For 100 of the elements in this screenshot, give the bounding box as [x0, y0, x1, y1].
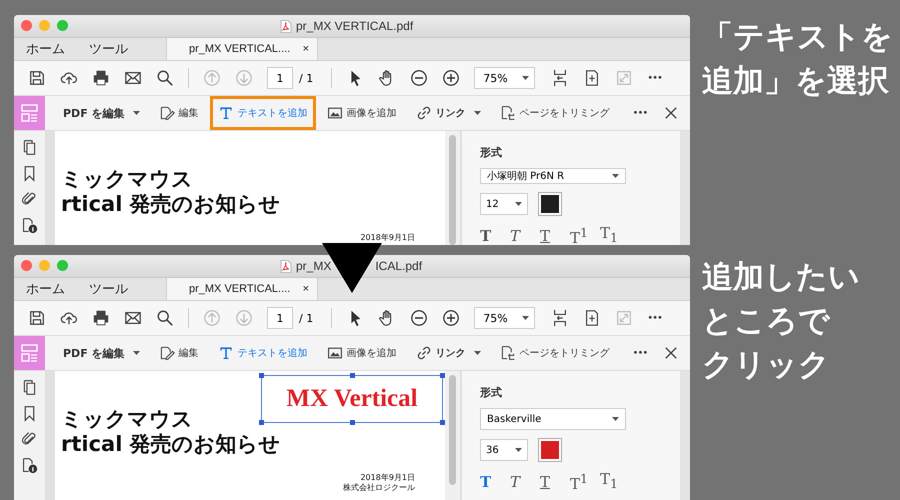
caret-icon [515, 202, 522, 206]
text-style-button[interactable]: T [540, 226, 556, 244]
text-style-button[interactable]: T$^{1}$ [570, 224, 586, 245]
save-icon[interactable] [28, 309, 46, 327]
pdf-file-icon [280, 260, 292, 272]
pages-icon[interactable] [21, 139, 38, 156]
edit-tool-button[interactable]: 編集 [150, 339, 207, 367]
text-style-button[interactable]: T$^{1}$ [570, 470, 586, 493]
font-size-dropdown[interactable]: 12 [480, 193, 528, 215]
edit-tool-button[interactable]: リンク [408, 99, 489, 127]
document-heading: rtical 発売のお知らせ [60, 432, 282, 457]
caret-icon [132, 111, 140, 115]
tab[interactable]: pr_MX VERTICAL.... × [166, 38, 318, 60]
font-dropdown[interactable]: 小塚明朝 Pr6N R [480, 168, 626, 184]
caret-icon [522, 316, 530, 320]
print-icon[interactable] [92, 309, 110, 327]
mail-icon[interactable] [124, 69, 142, 87]
image-icon [326, 345, 343, 361]
caret-icon [612, 174, 619, 178]
link-icon [416, 345, 432, 361]
save-icon[interactable] [28, 69, 46, 87]
zoom-dropdown[interactable]: 75% [474, 307, 536, 329]
crop-page-icon [500, 345, 516, 361]
tab[interactable]: ホーム [14, 38, 77, 60]
zoom-out-icon[interactable] [410, 69, 428, 87]
zoom-dropdown[interactable]: 75% [474, 67, 536, 89]
print-icon[interactable] [92, 69, 110, 87]
window-title: pr_MX [296, 259, 332, 273]
format-label: 形式 [480, 145, 503, 160]
tab[interactable]: ツール [77, 38, 140, 60]
scrollbar-thumb[interactable] [449, 135, 456, 245]
close-tab-button[interactable]: × [302, 43, 309, 55]
edit-tool-button[interactable]: ページをトリミング [492, 339, 618, 367]
document-heading: ミックマウス [60, 407, 194, 432]
caption-text: 追加したい [702, 258, 860, 297]
caret-icon [612, 417, 619, 421]
panel-scrollbar[interactable] [680, 371, 690, 500]
scrollbar-thumb[interactable] [449, 375, 456, 485]
pages-icon[interactable] [21, 379, 38, 396]
close-icon[interactable] [664, 346, 678, 360]
search-icon[interactable] [156, 69, 174, 87]
close-icon[interactable] [664, 106, 678, 120]
link-icon [416, 105, 432, 121]
page-number-field[interactable]: 1 [267, 307, 293, 329]
caret-icon [522, 76, 530, 80]
font-size-dropdown[interactable]: 36 [480, 439, 528, 461]
text-style-button[interactable]: T$_{1}$ [600, 224, 616, 245]
edit-icon [158, 105, 175, 121]
font-dropdown[interactable]: Baskerville [480, 408, 626, 430]
edit-tool-button[interactable]: リンク [408, 339, 489, 367]
zoom-out-icon[interactable] [410, 309, 428, 327]
text-style-button[interactable]: T [540, 472, 556, 490]
text-style-button[interactable]: T [510, 472, 526, 490]
page-number-field[interactable]: 1 [267, 67, 293, 89]
edit-tool-button[interactable]: テキストを追加 [210, 96, 316, 130]
caret-icon [132, 351, 140, 355]
document-info-icon[interactable] [21, 457, 38, 474]
window-title: ICAL.pdf [375, 259, 422, 273]
caret-icon [474, 111, 481, 115]
document-heading: ミックマウス [60, 167, 194, 192]
more-button[interactable]: ••• [632, 348, 648, 358]
text-style-button[interactable]: T$_{1}$ [600, 470, 616, 493]
page-total: / 1 [299, 72, 314, 84]
caption-text: ところで [702, 302, 832, 341]
document-heading: rtical 発売のお知らせ [60, 192, 282, 217]
zoom-in-icon[interactable] [442, 69, 460, 87]
zoom-in-icon[interactable] [442, 309, 460, 327]
edit-tool-button[interactable]: PDF を編集 [55, 339, 148, 367]
caption-text: クリック [702, 346, 831, 385]
edit-tool-button[interactable]: ページをトリミング [492, 99, 618, 127]
document-dateline: 2018年9月1日 [359, 473, 416, 483]
format-label: 形式 [480, 385, 503, 400]
document-info-icon[interactable] [21, 217, 38, 234]
mail-icon[interactable] [124, 309, 142, 327]
more-button[interactable]: ••• [647, 72, 662, 84]
text-icon [218, 345, 234, 361]
added-text-box[interactable]: MX Vertical [261, 375, 443, 423]
edit-tool-button[interactable]: テキストを追加 [210, 339, 316, 367]
window-title: pr_MX VERTICAL.pdf [296, 19, 414, 33]
page-total: / 1 [299, 312, 314, 324]
tab[interactable]: ホーム [14, 278, 77, 300]
text-style-button[interactable]: T [510, 226, 526, 244]
crop-page-icon [500, 105, 516, 121]
text-style-button[interactable]: T [480, 226, 496, 244]
document-dateline: 株式会社ロジクール [342, 483, 416, 493]
search-icon[interactable] [156, 309, 174, 327]
panel-scrollbar[interactable] [680, 131, 690, 245]
edit-tool-button[interactable]: 編集 [150, 99, 207, 127]
edit-tool-button[interactable]: 画像を追加 [318, 99, 405, 127]
edit-tool-button[interactable]: 画像を追加 [318, 339, 405, 367]
more-button[interactable]: ••• [647, 312, 662, 324]
text-style-button[interactable]: T [480, 472, 496, 490]
tab[interactable]: pr_MX VERTICAL.... × [166, 278, 318, 300]
caption-text: 「テキストを [702, 18, 893, 57]
close-tab-button[interactable]: × [302, 283, 309, 295]
edit-icon [158, 345, 175, 361]
caret-icon [474, 351, 481, 355]
tab[interactable]: ツール [77, 278, 140, 300]
more-button[interactable]: ••• [632, 108, 648, 118]
edit-tool-button[interactable]: PDF を編集 [55, 99, 148, 127]
